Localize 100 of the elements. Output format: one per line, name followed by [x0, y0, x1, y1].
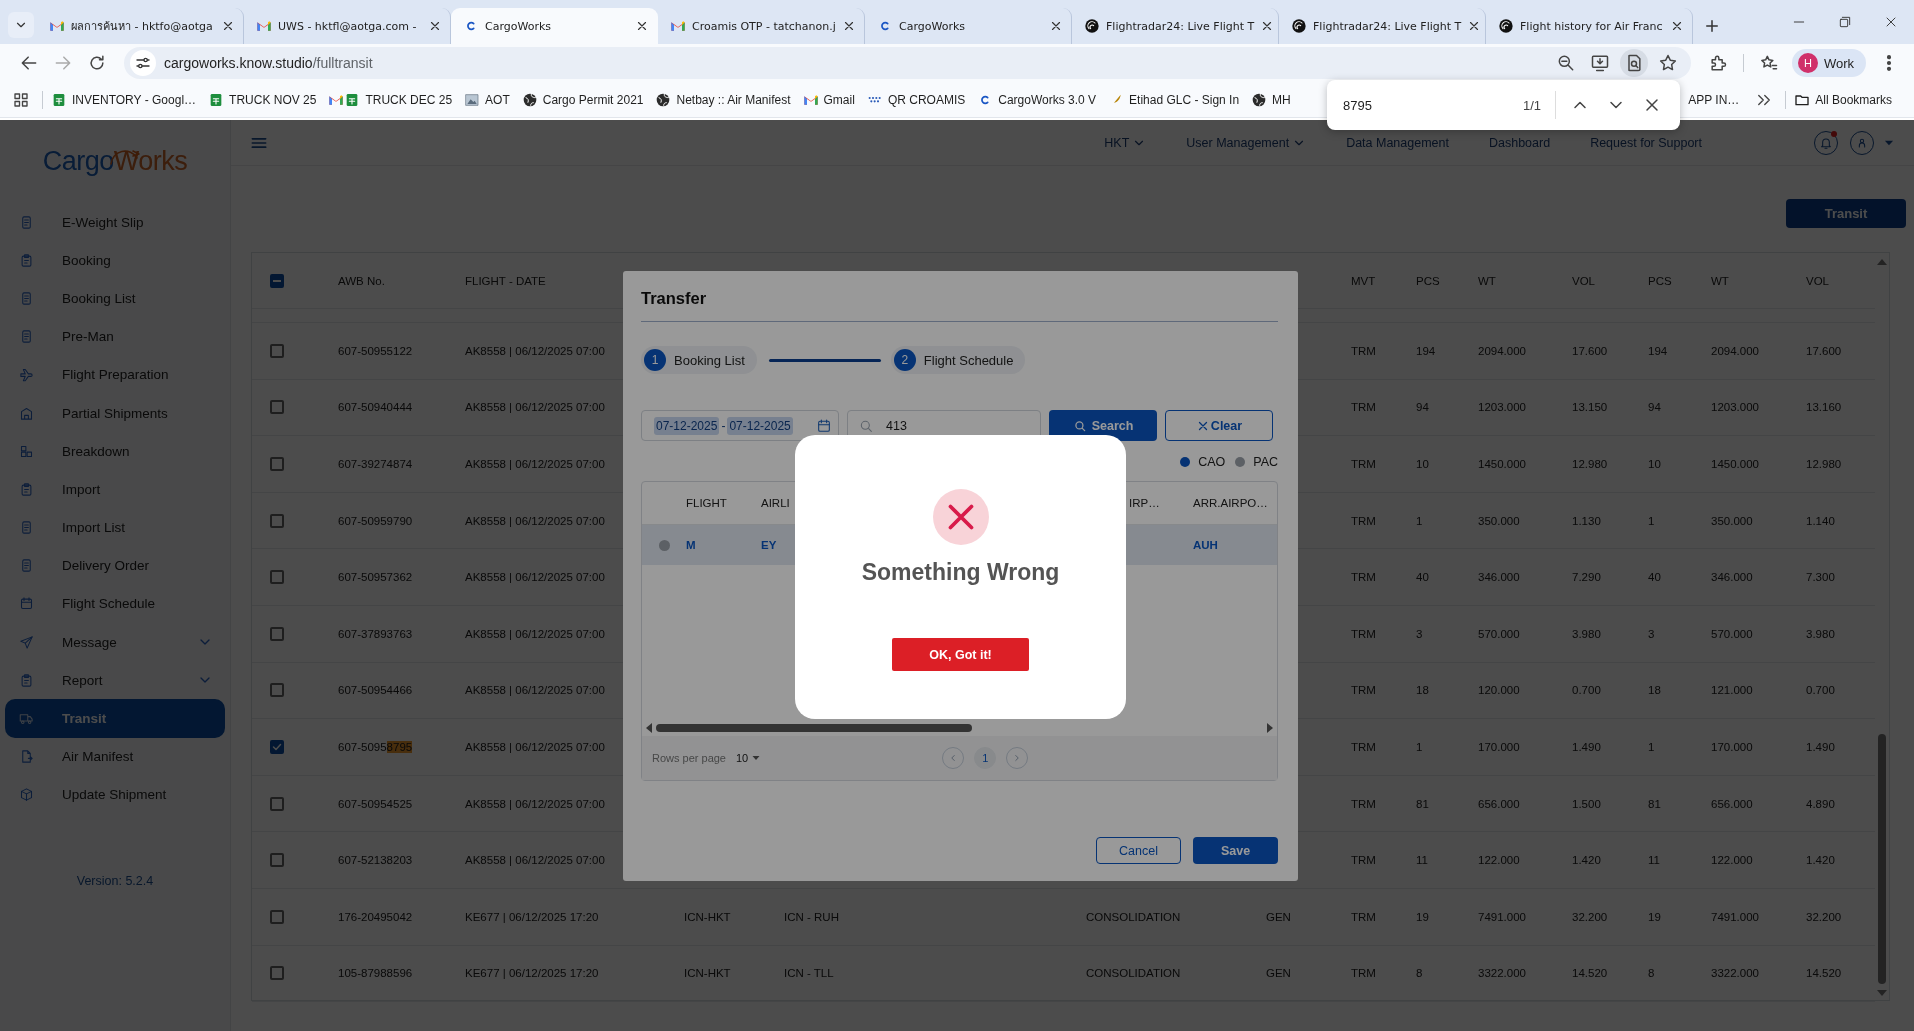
table-cell-text: 1.420 [1572, 854, 1602, 867]
table-cell-text: 81 [1416, 797, 1430, 810]
url-text[interactable]: cargoworks.know.studio/fulltransit [164, 55, 373, 71]
calendar-icon [816, 417, 832, 434]
table-cell-text: 607-50958795 [338, 740, 414, 753]
page-button[interactable]: 1 [974, 747, 997, 769]
table-cell-text: AK8558 | 06/12/2025 07:00 [465, 684, 606, 697]
table-cell-text: AK8558 | 06/12/2025 07:00 [465, 627, 606, 640]
table-cell-text: CONSOLIDATION [1086, 910, 1182, 923]
table-cell-text: 13.160 [1806, 401, 1843, 414]
table-cell-text: AK8558 | 06/12/2025 07:00 [465, 854, 606, 867]
table-cell-text: 350.000 [1711, 514, 1754, 527]
document-icon [19, 290, 34, 306]
address-bar[interactable]: cargoworks.know.studio/fulltransit [124, 47, 1691, 79]
column-header: FLIGHT - DATE [465, 274, 547, 287]
table-cell-text: TRM [1351, 910, 1377, 923]
close-icon[interactable] [221, 19, 235, 33]
mail-icon [670, 18, 686, 34]
table-cell-text: 194 [1648, 344, 1669, 357]
cancel-button[interactable]: Cancel [1096, 837, 1181, 864]
row-radio[interactable] [658, 539, 670, 551]
save-button[interactable]: Save [1193, 837, 1278, 864]
column-header: PCS [1416, 274, 1441, 287]
mail-icon [256, 18, 272, 34]
clear-button[interactable]: Clear [1165, 410, 1273, 441]
confirm-button[interactable]: OK, Got it! [892, 638, 1029, 671]
profile-button[interactable]: H Work [1791, 49, 1866, 77]
row-checkbox[interactable] [270, 513, 284, 528]
bookmark[interactable]: Etihad GLC - Sign In [1108, 91, 1240, 108]
close-icon[interactable] [1049, 19, 1063, 33]
table-cell-text: 3322.000 [1478, 967, 1527, 980]
new-tab-icon[interactable] [1703, 17, 1721, 35]
row-checkbox[interactable] [270, 853, 284, 868]
row-checkbox[interactable] [270, 400, 284, 415]
bookmark[interactable]: INVENTORY - Googl… [51, 91, 197, 108]
rows-per-page-label: Rows per page [652, 752, 726, 764]
table-cell-text: 656.000 [1478, 797, 1521, 810]
close-icon[interactable] [1670, 19, 1684, 33]
table-cell-text: 607-50957362 [338, 571, 414, 584]
table-cell-text: AK8558 | 06/12/2025 07:00 [465, 458, 606, 470]
row-checkbox[interactable] [270, 343, 284, 358]
table-cell-text: 1.420 [1806, 854, 1836, 867]
table-cell-text: 4.890 [1806, 797, 1836, 810]
bookmark[interactable]: Netbay :: Air Manifest [655, 91, 791, 108]
row-checkbox[interactable] [270, 966, 284, 981]
globe-icon [521, 91, 538, 108]
building-icon [19, 405, 34, 421]
bookmark[interactable]: AOT [464, 91, 510, 108]
bookmark[interactable]: APP IN… [1688, 92, 1740, 107]
row-checkbox[interactable] [270, 796, 284, 811]
mail-icon [49, 18, 65, 34]
stepper-step[interactable]: 2 Flight Schedule [890, 346, 1026, 374]
close-icon[interactable] [635, 19, 649, 33]
site-settings-icon[interactable] [130, 50, 156, 76]
close-icon[interactable] [842, 19, 856, 33]
date-range-field[interactable]: 07-12-2025 - 07-12-2025 [641, 410, 839, 441]
row-checkbox[interactable] [270, 570, 284, 585]
table-cell-text: 7.300 [1806, 571, 1836, 584]
radio-option[interactable]: PAC [1235, 455, 1278, 469]
radar-icon [1084, 18, 1100, 34]
all-bookmarks-button[interactable]: All Bookmarks [1794, 91, 1892, 108]
table-cell-text: TRM [1351, 344, 1377, 357]
table-cell-text: 18 [1648, 684, 1662, 697]
table-cell-text: 94 [1648, 401, 1662, 414]
bookmark[interactable]: TRUCK DEC 25 [344, 91, 453, 108]
row-checkbox[interactable] [270, 457, 284, 471]
bookmark[interactable]: MH [1251, 91, 1291, 108]
table-cell-text: 8 [1648, 967, 1656, 980]
table-cell-text: 170.000 [1711, 740, 1754, 753]
row-checkbox[interactable] [270, 683, 284, 698]
table-cell-text: 1.490 [1572, 740, 1602, 753]
bookmark[interactable]: QR CROAMIS [866, 91, 966, 108]
table-cell-text: AK8558 | 06/12/2025 07:00 [465, 514, 606, 527]
bookmark[interactable]: Cargo Permit 2021 [521, 91, 644, 108]
table-cell-text: 94 [1416, 401, 1430, 414]
find-field[interactable]: 8795 [1343, 97, 1523, 113]
table-cell-text: 14.520 [1806, 967, 1843, 980]
select-all-checkbox[interactable] [270, 273, 284, 288]
table-cell-text: TRM [1351, 854, 1377, 867]
column-header: FLIGHT [686, 497, 728, 509]
row-checkbox[interactable] [270, 909, 284, 924]
table-cell-text: 346.000 [1711, 571, 1754, 584]
image-icon [464, 91, 481, 108]
bookmark[interactable]: Gmail [802, 91, 855, 108]
table-cell-text: M [686, 539, 697, 551]
row-checkbox[interactable] [270, 626, 284, 641]
bookmark[interactable]: TRUCK NOV 25 [208, 91, 317, 108]
browser-tab[interactable]: CargoWorks [451, 8, 658, 44]
stepper-step[interactable]: 1 Booking List [641, 346, 757, 374]
table-cell-text: EY [761, 539, 778, 551]
radio-option[interactable]: CAO [1180, 455, 1226, 469]
table-cell-text: AK8558 | 06/12/2025 07:00 [465, 740, 606, 753]
table-cell-text: 1203.000 [1711, 401, 1760, 414]
bookmark[interactable]: CargoWorks 3.0 V [977, 91, 1097, 108]
find-in-page-icon[interactable] [1619, 49, 1648, 77]
close-icon[interactable] [428, 19, 442, 33]
row-checkbox[interactable] [270, 739, 284, 754]
clipboard-icon [19, 672, 34, 688]
rows-per-page-select[interactable]: 10 [736, 752, 763, 764]
table-cell-text: 10 [1648, 458, 1662, 470]
